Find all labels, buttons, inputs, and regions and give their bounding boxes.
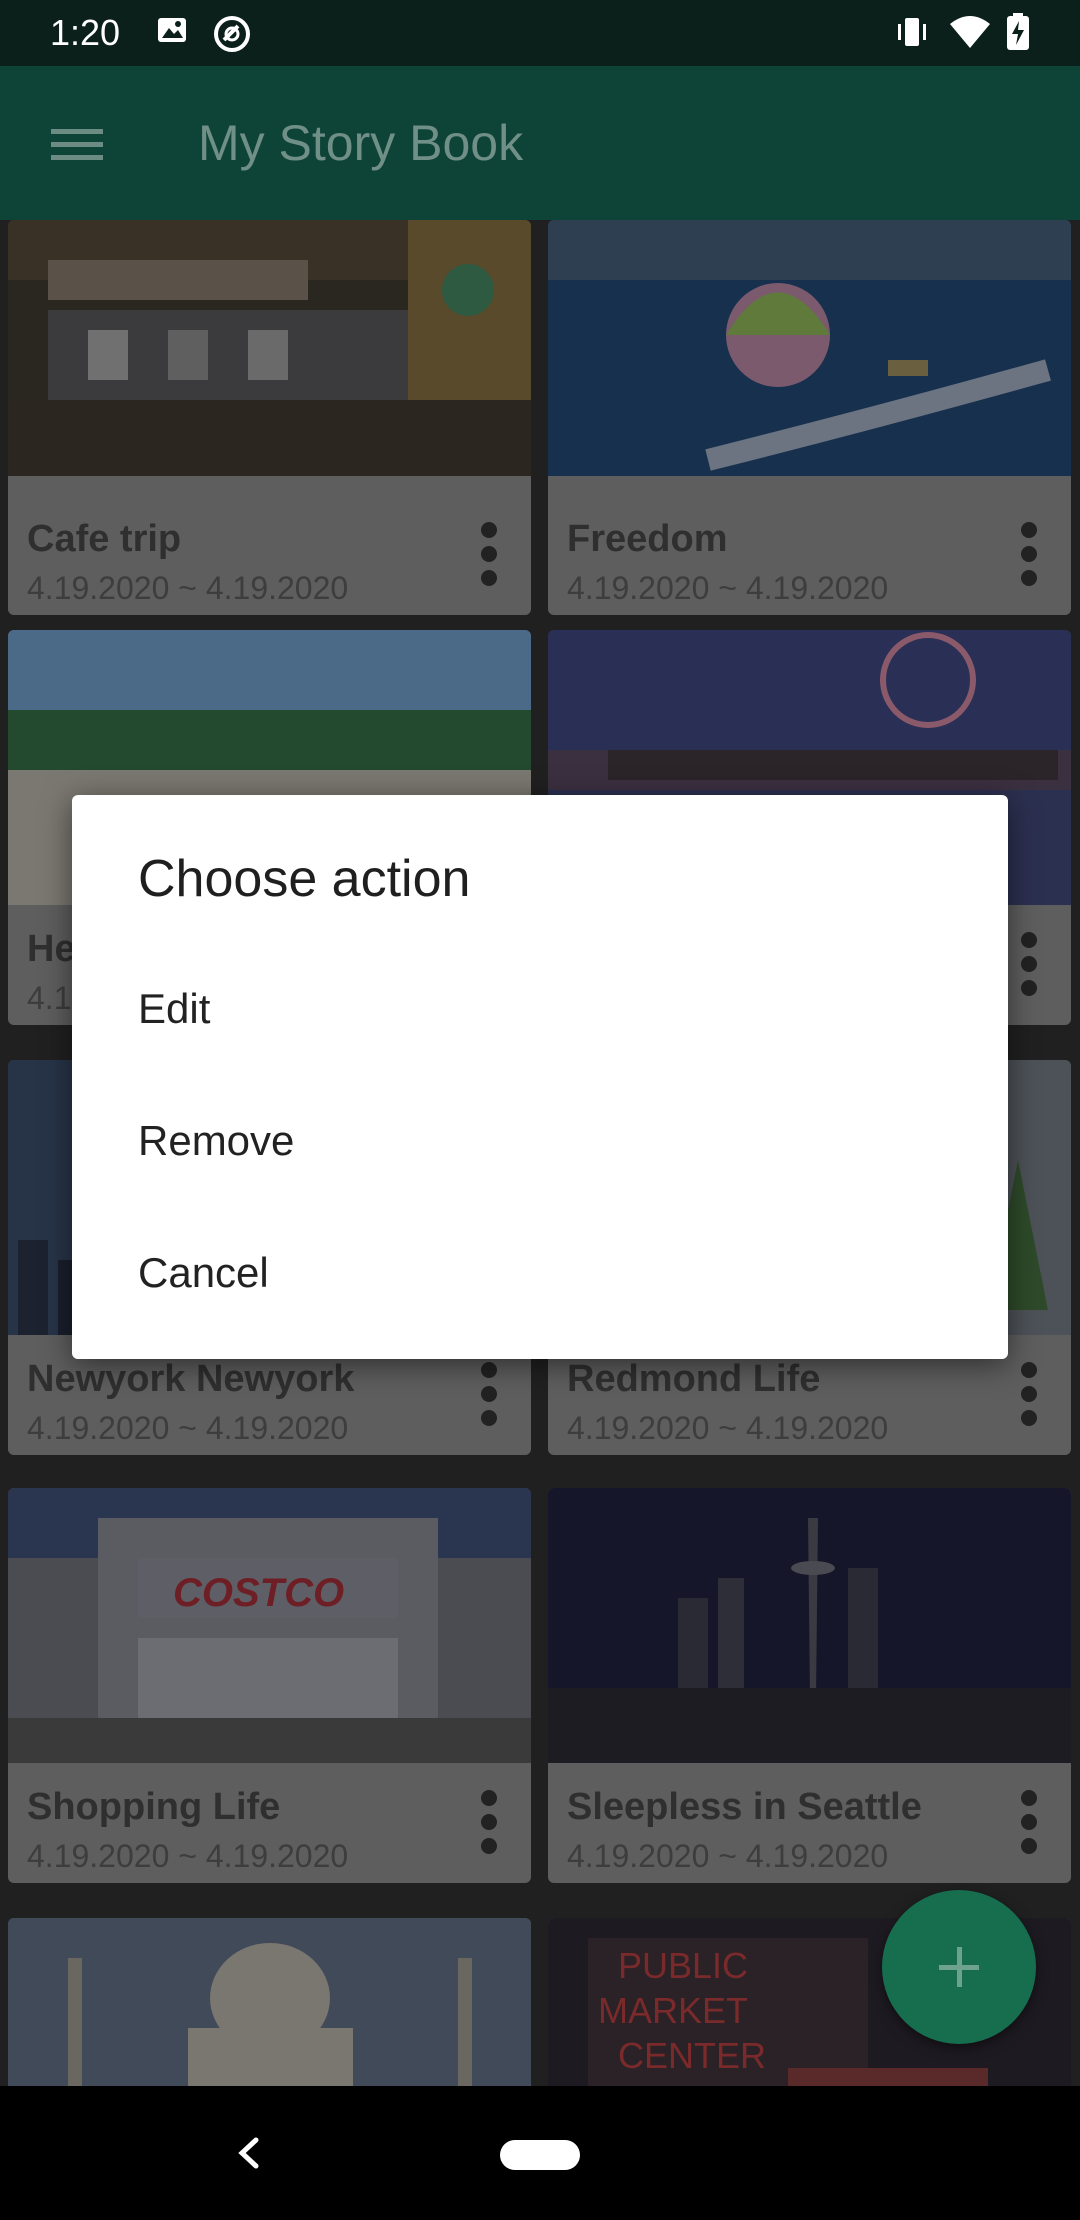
choose-action-dialog: Choose action Edit Remove Cancel: [72, 795, 1008, 1359]
back-chevron-icon[interactable]: [224, 2128, 274, 2178]
cancel-option[interactable]: Cancel: [138, 1223, 958, 1323]
navigation-bar: [0, 2086, 1080, 2220]
vibrate-icon: [892, 12, 932, 57]
wifi-icon: [948, 12, 992, 57]
sync-icon: [212, 14, 252, 59]
remove-option[interactable]: Remove: [138, 1091, 958, 1191]
home-pill-icon[interactable]: [500, 2140, 580, 2170]
edit-option[interactable]: Edit: [138, 959, 958, 1059]
status-bar: 1:20: [0, 0, 1080, 66]
dialog-title: Choose action: [138, 850, 471, 908]
add-story-button[interactable]: [882, 1890, 1036, 2044]
image-icon: [156, 14, 188, 51]
battery-charging-icon: [1004, 12, 1032, 57]
status-time: 1:20: [50, 12, 121, 53]
